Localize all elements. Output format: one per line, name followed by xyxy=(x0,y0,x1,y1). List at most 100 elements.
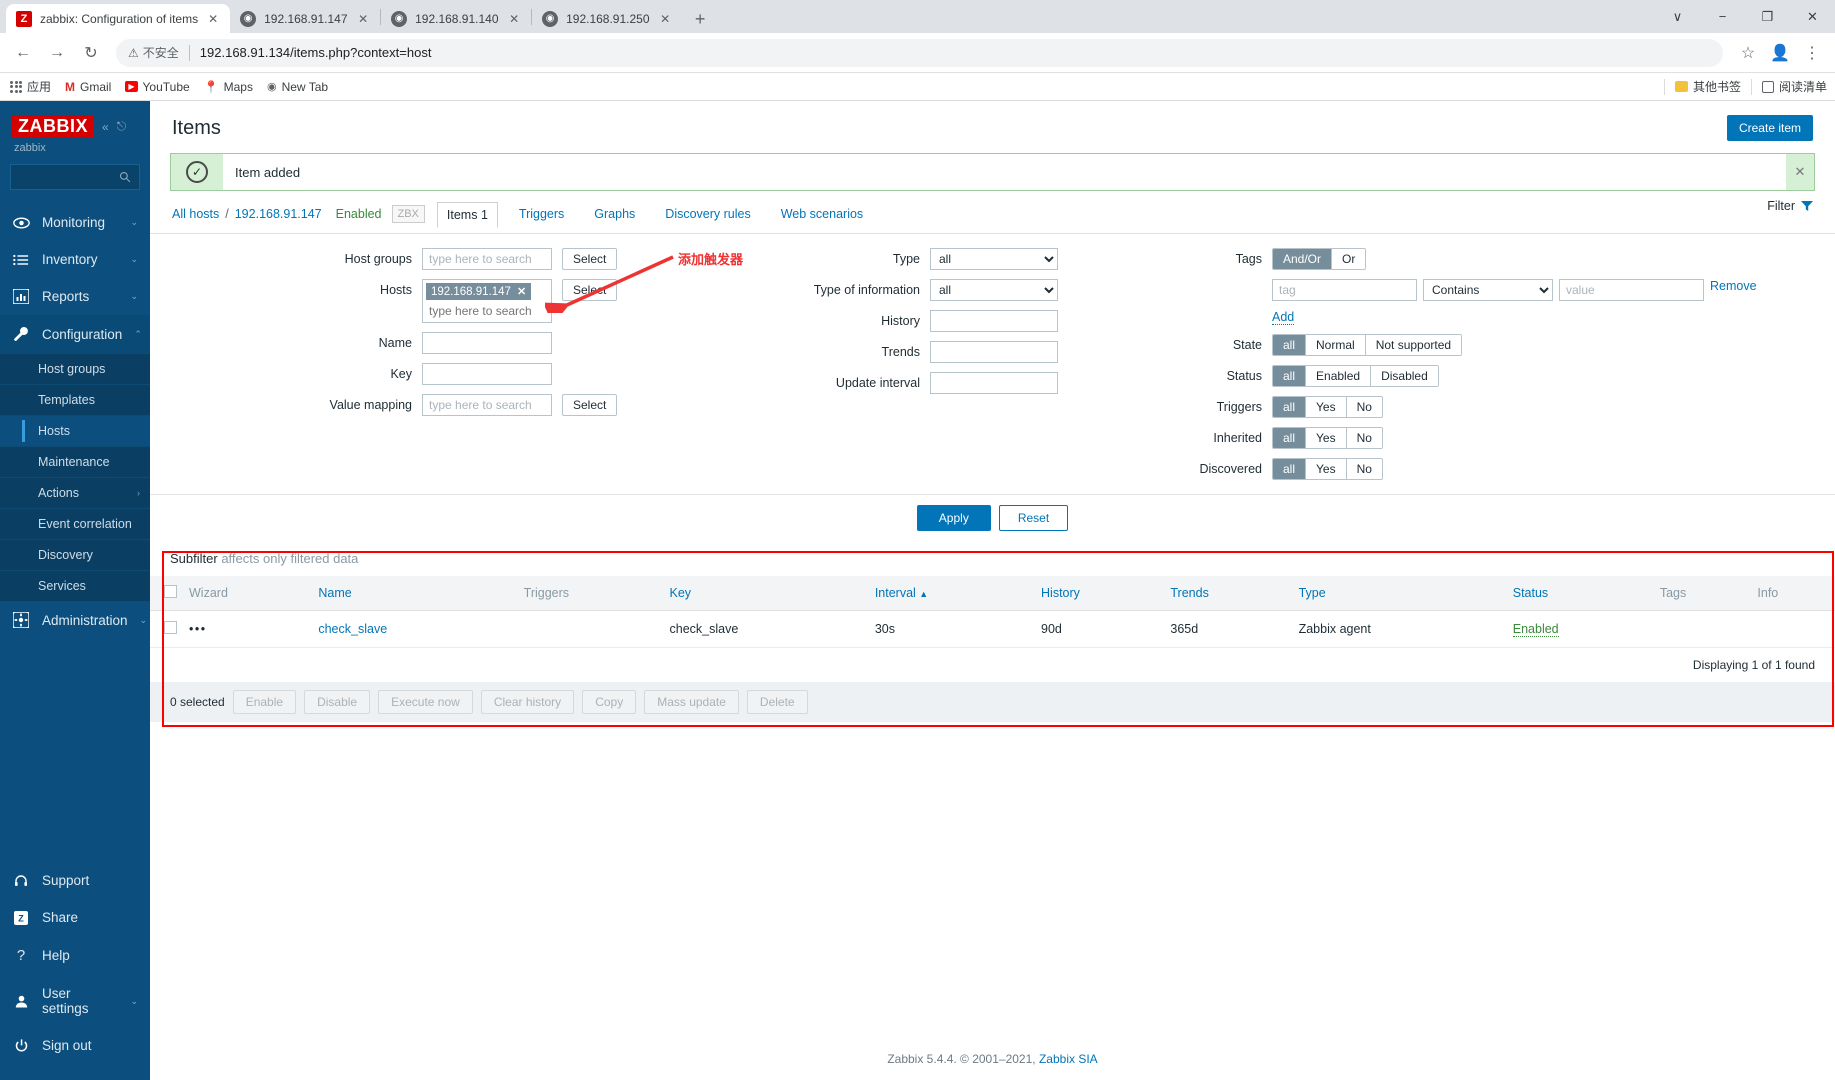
sidebar-item-services[interactable]: Services xyxy=(0,570,150,601)
other-bookmarks-button[interactable]: 其他书签 xyxy=(1674,78,1741,95)
tag-add-link[interactable]: Add xyxy=(1272,310,1295,325)
type-select[interactable]: all xyxy=(930,248,1058,270)
tab-discovery-rules[interactable]: Discovery rules xyxy=(656,202,759,226)
tags-andor-option[interactable]: And/Or xyxy=(1273,249,1333,269)
status-group[interactable]: all Enabled Disabled xyxy=(1272,365,1439,387)
column-history[interactable]: History xyxy=(1035,576,1165,611)
host-status-badge[interactable]: Enabled xyxy=(336,207,382,221)
tab-graphs[interactable]: Graphs xyxy=(585,202,644,226)
tags-or-option[interactable]: Or xyxy=(1332,249,1366,269)
value-mapping-input[interactable] xyxy=(422,394,552,416)
bookmark-new-tab[interactable]: ◉ New Tab xyxy=(267,80,328,94)
status-all-option[interactable]: all xyxy=(1273,366,1307,386)
clear-history-button[interactable]: Clear history xyxy=(480,690,575,714)
triggers-group[interactable]: all Yes No xyxy=(1272,396,1383,418)
bookmark-youtube[interactable]: ▶ YouTube xyxy=(125,80,190,94)
column-interval[interactable]: Interval ▲ xyxy=(868,576,1036,611)
tag-value-input[interactable] xyxy=(1559,279,1704,301)
hosts-multiselect[interactable]: 192.168.91.147 ✕ xyxy=(422,279,552,323)
state-normal-option[interactable]: Normal xyxy=(1306,335,1366,355)
value-mapping-select-button[interactable]: Select xyxy=(562,394,618,416)
url-bar[interactable]: ⚠ 不安全 192.168.91.134/items.php?context=h… xyxy=(116,38,1723,67)
update-interval-input[interactable] xyxy=(930,372,1058,394)
discovered-all-option[interactable]: all xyxy=(1273,459,1307,479)
tab-web-scenarios[interactable]: Web scenarios xyxy=(772,202,872,226)
status-enabled-option[interactable]: Enabled xyxy=(1306,366,1372,386)
sidebar-item-configuration[interactable]: Configuration ⌃ xyxy=(0,315,150,353)
enable-button[interactable]: Enable xyxy=(232,690,297,714)
breadcrumb-host[interactable]: 192.168.91.147 xyxy=(235,207,322,221)
discovered-group[interactable]: all Yes No xyxy=(1272,458,1383,480)
close-message-icon[interactable]: ✕ xyxy=(1786,154,1814,190)
forward-icon[interactable]: → xyxy=(42,38,72,68)
sidebar-item-templates[interactable]: Templates xyxy=(0,384,150,415)
tags-operator-group[interactable]: And/Or Or xyxy=(1272,248,1367,270)
bookmark-maps[interactable]: 📍 Maps xyxy=(204,80,253,94)
host-chip[interactable]: 192.168.91.147 ✕ xyxy=(426,283,532,300)
status-disabled-option[interactable]: Disabled xyxy=(1371,366,1438,386)
sidebar-item-hosts[interactable]: Hosts xyxy=(0,415,150,446)
not-secure-indicator[interactable]: ⚠ 不安全 xyxy=(128,44,179,61)
tab-search-icon[interactable]: ∨ xyxy=(1655,0,1700,33)
maximize-button[interactable]: ❐ xyxy=(1745,0,1790,33)
browser-tab-0[interactable]: Z zabbix: Configuration of items ✕ xyxy=(6,4,231,33)
tag-remove-link[interactable]: Remove xyxy=(1710,279,1757,293)
close-icon[interactable]: ✕ xyxy=(507,12,521,26)
back-icon[interactable]: ← xyxy=(8,38,38,68)
close-icon[interactable]: ✕ xyxy=(658,12,672,26)
close-window-button[interactable]: ✕ xyxy=(1790,0,1835,33)
column-key[interactable]: Key xyxy=(663,576,869,611)
breadcrumb-all-hosts[interactable]: All hosts xyxy=(172,207,219,221)
sidebar-item-help[interactable]: ? Help xyxy=(0,936,150,975)
host-groups-input[interactable] xyxy=(422,248,552,270)
sidebar-item-maintenance[interactable]: Maintenance xyxy=(0,446,150,477)
bookmark-apps[interactable]: 应用 xyxy=(10,78,51,95)
collapse-sidebar-icon[interactable]: « xyxy=(102,120,109,134)
browser-tab-3[interactable]: ◉ 192.168.91.250 ✕ xyxy=(532,4,683,33)
minimize-button[interactable]: − xyxy=(1700,0,1745,33)
close-icon[interactable]: ✕ xyxy=(356,12,370,26)
history-input[interactable] xyxy=(930,310,1058,332)
select-all-checkbox[interactable] xyxy=(164,585,177,598)
sidebar-item-monitoring[interactable]: Monitoring ⌄ xyxy=(0,204,150,241)
new-tab-button[interactable]: + xyxy=(686,5,714,33)
hosts-input[interactable] xyxy=(426,303,548,319)
trends-input[interactable] xyxy=(930,341,1058,363)
row-checkbox[interactable] xyxy=(164,621,177,634)
sidebar-item-administration[interactable]: Administration ⌄ xyxy=(0,601,150,639)
triggers-all-option[interactable]: all xyxy=(1273,397,1307,417)
sidebar-item-discovery[interactable]: Discovery xyxy=(0,539,150,570)
item-status-link[interactable]: Enabled xyxy=(1512,622,1559,637)
triggers-no-option[interactable]: No xyxy=(1346,397,1382,417)
state-not-supported-option[interactable]: Not supported xyxy=(1365,335,1462,355)
column-name[interactable]: Name xyxy=(312,576,518,611)
sidebar-item-host-groups[interactable]: Host groups xyxy=(0,353,150,384)
column-trends[interactable]: Trends xyxy=(1164,576,1293,611)
state-all-option[interactable]: all xyxy=(1273,335,1307,355)
tab-items[interactable]: Items 1 xyxy=(436,202,498,228)
apply-button[interactable]: Apply xyxy=(916,505,991,531)
browser-tab-2[interactable]: ◉ 192.168.91.140 ✕ xyxy=(381,4,532,33)
bookmark-gmail[interactable]: M Gmail xyxy=(65,80,111,94)
inherited-no-option[interactable]: No xyxy=(1346,428,1382,448)
key-input[interactable] xyxy=(422,363,552,385)
browser-menu-icon[interactable]: ⋮ xyxy=(1797,38,1827,68)
type-of-information-select[interactable]: all xyxy=(930,279,1058,301)
filter-toggle[interactable]: Filter xyxy=(1767,199,1813,213)
profile-avatar-icon[interactable]: 👤 xyxy=(1765,38,1795,68)
inherited-all-option[interactable]: all xyxy=(1273,428,1307,448)
discovered-yes-option[interactable]: Yes xyxy=(1306,459,1347,479)
sidebar-item-share[interactable]: Z Share xyxy=(0,899,150,936)
close-icon[interactable]: ✕ xyxy=(206,12,220,26)
delete-button[interactable]: Delete xyxy=(746,690,808,714)
copy-button[interactable]: Copy xyxy=(582,690,637,714)
item-name-link[interactable]: check_slave xyxy=(318,622,387,636)
bookmark-star-icon[interactable]: ☆ xyxy=(1733,38,1763,68)
name-input[interactable] xyxy=(422,332,552,354)
sidebar-search-input[interactable] xyxy=(10,164,140,190)
tag-operator-select[interactable]: Contains xyxy=(1423,279,1553,301)
sidebar-item-event-correlation[interactable]: Event correlation xyxy=(0,508,150,539)
sidebar-item-reports[interactable]: Reports ⌄ xyxy=(0,278,150,315)
inherited-group[interactable]: all Yes No xyxy=(1272,427,1383,449)
state-group[interactable]: all Normal Not supported xyxy=(1272,334,1463,356)
